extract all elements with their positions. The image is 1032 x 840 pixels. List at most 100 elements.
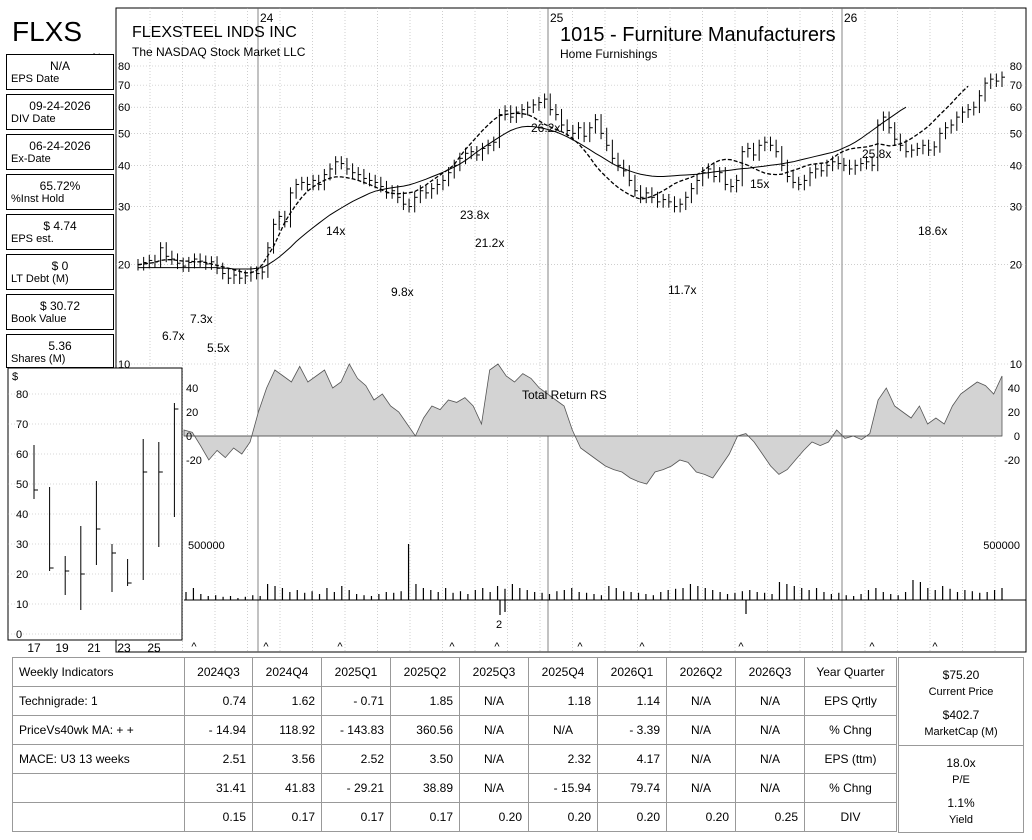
table-header-cell: 2024Q4 [252,657,322,687]
rs-tick-left: -20 [186,455,202,467]
table-header-row: Weekly Indicators 2024Q3 2024Q4 2025Q1 2… [12,657,897,687]
table-cell: 38.89 [390,773,460,803]
quarter-marker: ^ [191,641,197,653]
price-tick-right: 80 [1010,61,1022,73]
table-cell: DIV [804,802,897,832]
inset-tick: 0 [16,629,22,641]
market-cap-value: $402.7 [942,708,980,722]
ma-10-line [137,85,969,274]
pe-annotation: 25.8x [862,147,891,161]
table-cell: 3.50 [390,744,460,774]
rs-tick-right: 20 [1008,407,1020,419]
sidebar-ex-date: 06-24-2026 Ex-Date [6,134,114,170]
inset-tick: 70 [16,419,28,431]
table-cell [12,802,185,832]
stock-chart-page: 2425261010202030304040505060607070808020… [0,0,1032,840]
sidebar-label: DIV Date [11,113,56,125]
table-cell: MACE: U3 13 weeks [12,744,185,774]
table-cell: 41.83 [252,773,322,803]
quarter-marker: ^ [639,641,645,653]
inset-tick: 60 [16,449,28,461]
table-header-cell: 2025Q1 [321,657,391,687]
table-cell: % Chng [804,715,897,745]
sidebar-book-value: $ 30.72 Book Value [6,294,114,330]
table-cell: 0.20 [597,802,667,832]
inset-year-label: 23 [117,641,131,655]
pe-annotation: 9.8x [391,285,414,299]
sidebar-label: EPS est. [11,233,54,245]
table-row: Technigrade: 1 0.74 1.62 - 0.71 1.85 N/A… [12,686,897,716]
pe-yield-box: 18.0x P/E 1.1% Yield [898,745,1024,833]
table-cell: - 143.83 [321,715,391,745]
price-tick-right: 30 [1010,202,1022,214]
ma-40-line [138,106,907,270]
price-tick-right: 70 [1010,80,1022,92]
price-marketcap-box: $75.20 Current Price $402.7 MarketCap (M… [898,657,1024,747]
table-cell: - 15.94 [528,773,598,803]
inset-tick: 50 [16,479,28,491]
table-cell: - 29.21 [321,773,391,803]
inset-tick: 40 [16,509,28,521]
weekly-indicators-table: Weekly Indicators 2024Q3 2024Q4 2025Q1 2… [12,657,897,832]
table-cell: N/A [459,744,529,774]
rs-tick-right: 40 [1008,383,1020,395]
inset-year-label: 19 [55,641,69,655]
table-cell: 3.56 [252,744,322,774]
pe-annotation: 26.2x [531,121,560,135]
inset-year-label: 17 [27,641,41,655]
pe-value: 18.0x [946,756,976,770]
rs-area [183,363,1003,485]
industry-title: 1015 - Furniture Manufacturers [560,24,836,46]
table-cell: N/A [735,715,805,745]
pe-annotation: 11.7x [668,283,696,297]
table-cell: N/A [666,773,736,803]
table-row: MACE: U3 13 weeks 2.51 3.56 2.52 3.50 N/… [12,744,897,774]
sidebar-value: $ 0 [51,259,69,273]
table-cell: 31.41 [184,773,253,803]
ticker-symbol: FLXS [12,16,83,47]
pe-annotation: 6.7x [162,329,185,343]
table-cell: 0.20 [528,802,598,832]
current-price-label: Current Price [928,686,994,698]
table-cell: - 0.71 [321,686,391,716]
table-header-cell: 2026Q1 [597,657,667,687]
table-row: 0.15 0.17 0.17 0.17 0.20 0.20 0.20 0.20 … [12,802,897,832]
yield-label: Yield [948,814,974,826]
table-header-cell: 2025Q2 [390,657,460,687]
pe-annotation: 5.5x [207,341,230,355]
table-header-cell: 2024Q3 [184,657,253,687]
pe-annotation: 21.2x [475,236,504,250]
quarter-marker: ^ [932,641,938,653]
quarter-marker: ^ [738,641,744,653]
table-cell: 4.17 [597,744,667,774]
table-cell: N/A [666,686,736,716]
pe-annotation: 18.6x [918,224,947,238]
table-cell: 1.85 [390,686,460,716]
table-cell: 1.18 [528,686,598,716]
quarter-marker: ^ [869,641,875,653]
inset-year-label: 21 [87,641,101,655]
sidebar-label: Ex-Date [11,153,51,165]
price-tick-left: 40 [118,160,130,172]
pe-annotation: 23.8x [460,208,489,222]
sidebar-eps-date: N/A EPS Date [6,54,114,90]
table-cell: N/A [735,686,805,716]
yield-value: 1.1% [947,796,975,810]
sidebar-value: 65.72% [39,179,81,193]
quarter-marker: ^ [577,641,583,653]
table-header-cell: 2026Q2 [666,657,736,687]
table-cell: N/A [735,744,805,774]
table-row: 31.41 41.83 - 29.21 38.89 N/A - 15.94 79… [12,773,897,803]
price-tick-left: 50 [118,128,130,140]
volume-reference-label: 2 [496,619,502,631]
table-cell: N/A [459,773,529,803]
table-cell: N/A [459,686,529,716]
table-cell: 0.17 [252,802,322,832]
volume-scale-right: 500000 [983,540,1020,552]
sidebar-label: %Inst Hold [11,193,65,205]
price-tick-left: 20 [118,260,130,272]
rs-tick-left: 20 [186,407,198,419]
table-cell: 0.20 [459,802,529,832]
rs-title: Total Return RS [522,388,607,402]
quarter-marker: ^ [449,641,455,653]
